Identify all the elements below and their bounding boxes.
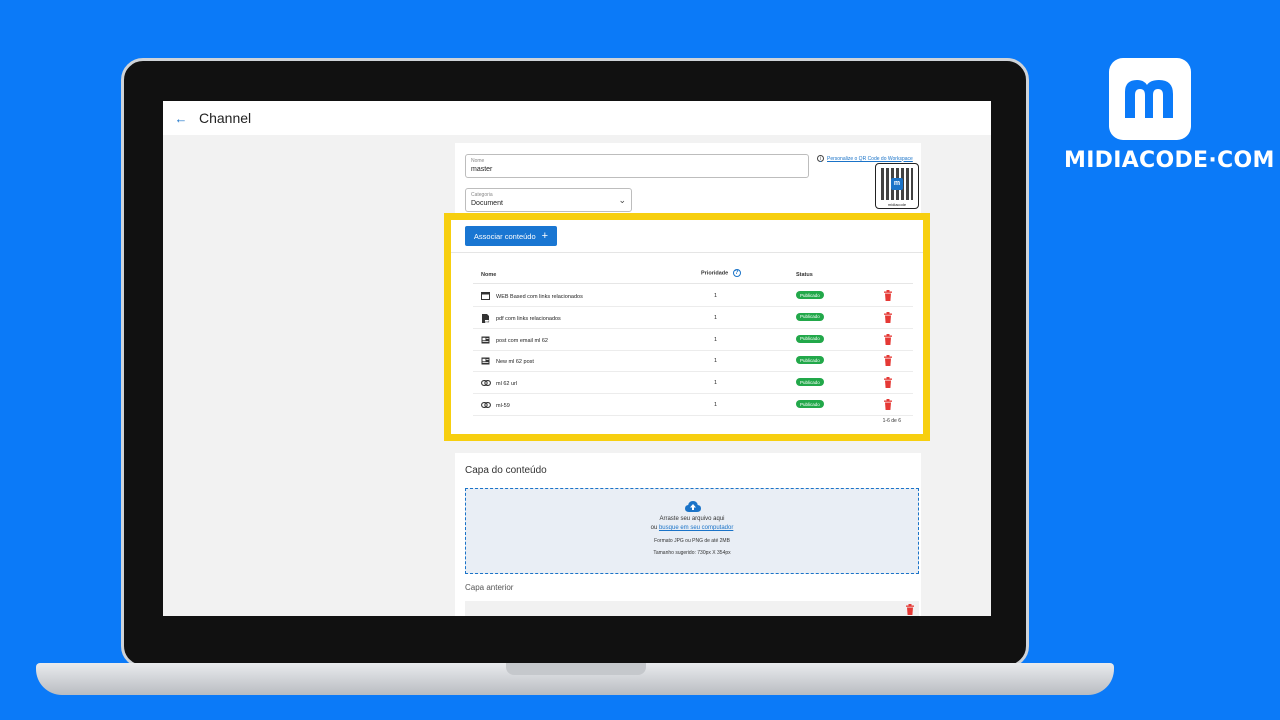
web-icon [481, 292, 490, 302]
table-row[interactable]: New ml 62 post 1 Publicado [473, 350, 913, 373]
row-name: ml 62 url [481, 379, 517, 388]
cloud-upload-icon [685, 501, 701, 512]
row-priority: 1 [714, 402, 718, 408]
midiacode-logo-icon [1109, 58, 1191, 140]
trash-icon[interactable] [905, 604, 915, 615]
qr-caption: midiacode [887, 202, 907, 207]
category-select[interactable]: Categoria Document ⌄ [465, 188, 632, 212]
trash-icon[interactable] [883, 311, 893, 323]
previous-cover [465, 601, 919, 616]
trash-icon[interactable] [883, 333, 893, 345]
row-name-text: WEB Based com links relacionados [496, 294, 583, 300]
cover-card: Capa do conteúdo Arraste seu arquivo aqu… [455, 453, 921, 616]
table-row[interactable]: WEB Based com links relacionados 1 Publica… [473, 285, 913, 307]
plus-icon: + [541, 230, 549, 242]
table-row[interactable]: post com email ml 62 1 Publicado [473, 329, 913, 351]
pdf-icon: pdf [481, 313, 490, 325]
row-name-text: ml-59 [496, 402, 510, 409]
row-name: ml-59 [481, 401, 510, 410]
name-field[interactable]: Nome master [465, 154, 809, 178]
dropzone-size: Tamanho sugerido: 730px X 354px [653, 550, 731, 556]
column-name: Nome [481, 272, 497, 278]
trash-icon[interactable] [883, 377, 893, 389]
svg-text:pdf: pdf [485, 319, 489, 322]
column-priority: Prioridade ? [701, 269, 741, 277]
page-title: Channel [199, 110, 252, 126]
link-icon [481, 379, 491, 388]
row-priority: 1 [714, 336, 718, 343]
row-priority: 1 [714, 293, 718, 299]
status-badge: Publicado [796, 334, 824, 343]
trash-icon[interactable] [883, 290, 893, 301]
laptop-notch [506, 663, 646, 675]
link-icon [481, 401, 491, 410]
dropzone-instruction: Arraste seu arquivo aqui [659, 516, 725, 522]
category-select-label: Categoria [471, 192, 493, 198]
logo-m-icon [1125, 80, 1173, 118]
table-row[interactable]: pdf pdf com links relacionados 1 Publicado [473, 307, 913, 329]
dropzone-browse-line: ou busque em seu computador [466, 525, 918, 531]
chevron-down-icon: ⌄ [618, 195, 626, 205]
browse-computer-link[interactable]: busque em seu computador [659, 525, 733, 531]
app-bar: ← Channel [163, 101, 991, 135]
trash-icon[interactable] [883, 399, 893, 410]
app-screen: ← Channel Nome master Categoria Document… [163, 101, 991, 616]
status-badge: Publicado [796, 291, 824, 299]
pagination: 1-6 de 6 [882, 418, 901, 424]
row-name-text: New ml 62 post [496, 359, 534, 366]
associate-content-label: Associar conteúdo [473, 231, 536, 241]
row-priority: 1 [714, 380, 718, 387]
associate-content-button[interactable]: Associar conteúdo + [465, 226, 557, 246]
upload-dropzone[interactable]: Arraste seu arquivo aqui ou busque em se… [465, 488, 919, 574]
table-header: Nome Prioridade ? Status [473, 264, 913, 284]
row-name: post com email ml 62 [481, 336, 548, 346]
qr-logo-icon: m [891, 178, 903, 190]
row-name-text: post com email ml 62 [496, 337, 548, 344]
row-name-text: ml 62 url [496, 380, 518, 387]
status-badge: Publicado [796, 400, 824, 408]
info-icon: i [817, 155, 824, 162]
row-priority: 1 [714, 314, 718, 321]
cover-title: Capa do conteúdo [465, 465, 547, 476]
post-icon [481, 357, 490, 367]
customize-qr-link[interactable]: i Personalize o QR Code do Workspace [817, 155, 913, 162]
row-priority: 1 [714, 358, 718, 365]
channel-form: Nome master Categoria Document ⌄ [455, 143, 921, 215]
table-row[interactable]: ml-59 1 Publicado [473, 394, 913, 416]
row-name: pdf pdf com links relacionados [481, 313, 561, 325]
row-name-text: pdf com links relacionados [496, 316, 561, 323]
brand-name: MIDIACODE·COM [1064, 148, 1275, 173]
customize-qr-link-text: Personalize o QR Code do Workspace [827, 155, 913, 162]
status-badge: Publicado [796, 356, 824, 365]
back-arrow-icon[interactable]: ← [171, 111, 191, 126]
name-field-value: master [471, 166, 493, 173]
row-name: WEB Based com links relacionados [481, 292, 583, 302]
associated-content-panel: Associar conteúdo + Nome Prioridade ? St… [444, 213, 930, 441]
status-badge: Publicado [796, 378, 824, 387]
post-icon [481, 336, 490, 346]
table-row[interactable]: ml 62 url 1 Publicado [473, 372, 913, 395]
previous-cover-title: Capa anterior [465, 583, 514, 592]
qr-code: m midiacode [875, 163, 919, 209]
name-field-label: Nome [471, 158, 485, 164]
column-priority-label: Prioridade [701, 270, 729, 277]
dropzone-or: ou [650, 525, 659, 531]
divider [451, 252, 923, 253]
column-status: Status [796, 272, 813, 278]
status-badge: Publicado [796, 312, 824, 321]
category-select-value: Document [471, 200, 503, 207]
row-name: New ml 62 post [481, 357, 534, 367]
dropzone-format: Formato JPG ou PNG de até 2MB [654, 538, 730, 544]
help-icon[interactable]: ? [732, 269, 741, 277]
trash-icon[interactable] [883, 355, 893, 367]
